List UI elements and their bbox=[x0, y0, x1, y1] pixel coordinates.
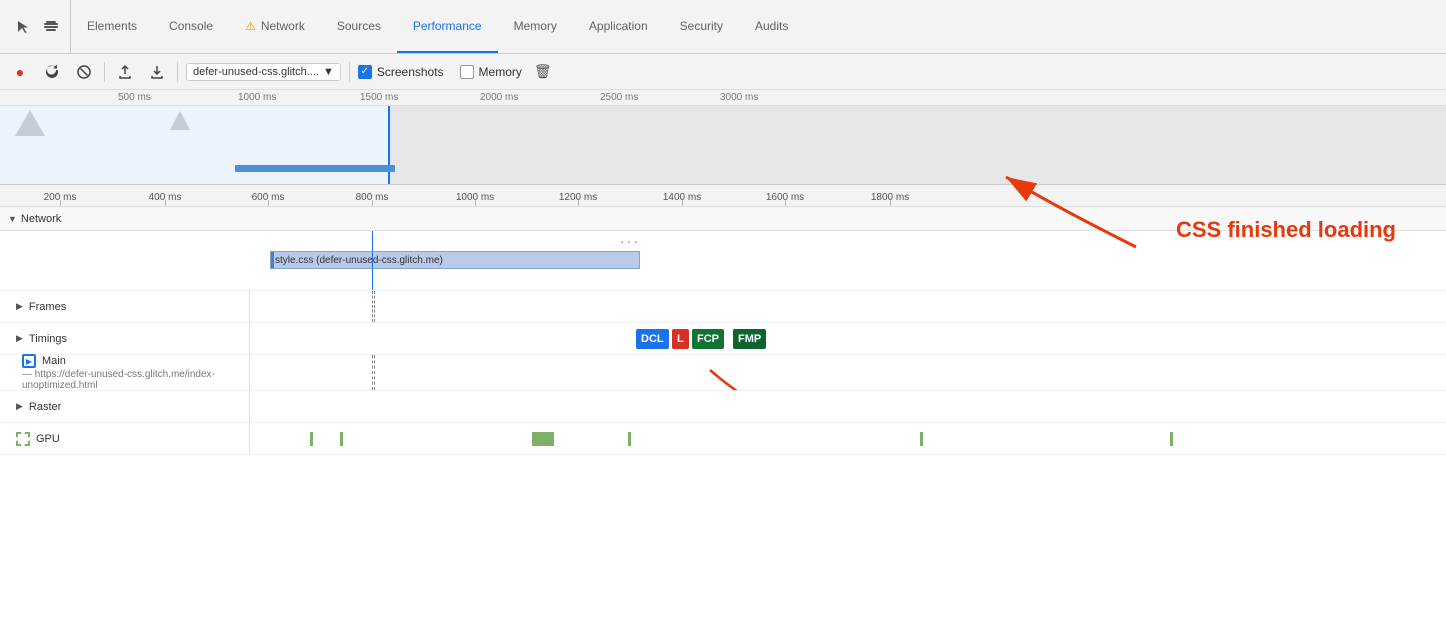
overview-time-2000: 2000 ms bbox=[480, 92, 518, 103]
main-label-inner: ▶ Main bbox=[22, 354, 66, 368]
screenshots-toggle[interactable]: ✓ Screenshots bbox=[358, 65, 444, 79]
record-button[interactable]: ● bbox=[8, 60, 32, 84]
timeline-overview[interactable]: 500 ms 1000 ms 1500 ms 2000 ms 2500 ms 3… bbox=[0, 90, 1446, 185]
overview-time-2500: 2500 ms bbox=[600, 92, 638, 103]
tab-performance[interactable]: Performance bbox=[397, 0, 498, 53]
divider-2 bbox=[177, 62, 178, 82]
stop-button[interactable] bbox=[72, 60, 96, 84]
overview-network-bar bbox=[235, 165, 395, 172]
network-section-wrapper: ▼ Network style.css (defer-unused-css.gl… bbox=[0, 207, 1446, 291]
tick-800 bbox=[372, 200, 373, 206]
tick-400 bbox=[165, 200, 166, 206]
performance-toolbar: ● defer-unused-css.glitch.... ▼ ✓ Screen… bbox=[0, 54, 1446, 90]
frames-content[interactable] bbox=[250, 291, 1446, 322]
overview-time-ruler: 500 ms 1000 ms 1500 ms 2000 ms 2500 ms 3… bbox=[0, 90, 1446, 106]
main-track-row: ▶ Main — https://defer-unused-css.glitch… bbox=[0, 355, 1446, 391]
overview-time-500: 500 ms bbox=[118, 92, 151, 103]
fcp-annotation: FCP bbox=[690, 355, 810, 390]
raster-content[interactable] bbox=[250, 391, 1446, 422]
tab-bar: Elements Console ⚠ Network Sources Perfo… bbox=[0, 0, 1446, 54]
tab-sources[interactable]: Sources bbox=[321, 0, 397, 53]
tab-console[interactable]: Console bbox=[153, 0, 229, 53]
frames-track-row: ▶ Frames bbox=[0, 291, 1446, 323]
overview-time-1500: 1500 ms bbox=[360, 92, 398, 103]
gpu-bar-6 bbox=[1170, 432, 1173, 446]
css-request-bar[interactable]: style.css (defer-unused-css.glitch.me) bbox=[270, 251, 640, 269]
tick-1400 bbox=[682, 200, 683, 206]
raster-expand-icon: ▶ bbox=[16, 401, 23, 412]
tab-elements[interactable]: Elements bbox=[71, 0, 153, 53]
tick-1800 bbox=[890, 200, 891, 206]
chevron-down-icon: ▼ bbox=[323, 66, 334, 78]
l-badge[interactable]: L bbox=[672, 329, 689, 349]
overview-content[interactable] bbox=[0, 106, 1446, 184]
main-dashed-2 bbox=[374, 355, 375, 390]
tab-memory[interactable]: Memory bbox=[498, 0, 573, 53]
reload-record-button[interactable] bbox=[40, 60, 64, 84]
download-button[interactable] bbox=[145, 60, 169, 84]
screenshots-checkbox[interactable]: ✓ bbox=[358, 65, 372, 79]
tab-network[interactable]: ⚠ Network bbox=[229, 0, 321, 53]
timings-track-row: ▶ Timings DCL L FCP FMP bbox=[0, 323, 1446, 355]
tab-security[interactable]: Security bbox=[664, 0, 739, 53]
network-expand-icon: ▼ bbox=[8, 214, 17, 224]
fcp-arrow-svg bbox=[690, 355, 810, 390]
main-content: 500 ms 1000 ms 1500 ms 2000 ms 2500 ms 3… bbox=[0, 90, 1446, 636]
tracks-area: ▶ Frames ▶ Timings DCL bbox=[0, 291, 1446, 636]
gpu-bar-2 bbox=[340, 432, 343, 446]
network-track[interactable]: style.css (defer-unused-css.glitch.me) ·… bbox=[0, 231, 1446, 291]
tick-1600 bbox=[785, 200, 786, 206]
divider-1 bbox=[104, 62, 105, 82]
main-play-icon: ▶ bbox=[22, 354, 36, 368]
warning-icon: ⚠ bbox=[245, 19, 256, 33]
gpu-content[interactable] bbox=[250, 423, 1446, 454]
dcl-badge[interactable]: DCL bbox=[636, 329, 669, 349]
overview-selection-right bbox=[0, 106, 390, 184]
clear-button[interactable]: 🗑 bbox=[530, 61, 556, 82]
detail-panel: 200 ms 400 ms 600 ms 800 ms 1000 ms 1200… bbox=[0, 185, 1446, 636]
timings-content[interactable]: DCL L FCP FMP bbox=[250, 323, 1446, 354]
dashed-line-1 bbox=[372, 291, 373, 322]
more-items-dots: ··· bbox=[620, 233, 640, 249]
fmp-badge[interactable]: FMP bbox=[733, 329, 766, 349]
overview-cursor-line bbox=[388, 106, 390, 184]
upload-button[interactable] bbox=[113, 60, 137, 84]
overview-dimmed bbox=[390, 106, 1446, 184]
layers-tool[interactable] bbox=[40, 16, 62, 38]
gpu-bar-4 bbox=[628, 432, 631, 446]
tick-1200 bbox=[578, 200, 579, 206]
profile-selector[interactable]: defer-unused-css.glitch.... ▼ bbox=[186, 63, 341, 81]
gpu-label[interactable]: GPU bbox=[0, 423, 250, 454]
raster-track-row: ▶ Raster bbox=[0, 391, 1446, 423]
tick-1000 bbox=[475, 200, 476, 206]
main-label[interactable]: ▶ Main — https://defer-unused-css.glitch… bbox=[0, 355, 250, 390]
timings-label[interactable]: ▶ Timings bbox=[0, 323, 250, 354]
cursor-tool[interactable] bbox=[12, 16, 34, 38]
gpu-bar-3 bbox=[532, 432, 554, 446]
gpu-bar-5 bbox=[920, 432, 923, 446]
divider-3 bbox=[349, 62, 350, 82]
timings-expand-icon: ▶ bbox=[16, 333, 23, 344]
tick-600 bbox=[268, 200, 269, 206]
main-dashed-1 bbox=[372, 355, 373, 390]
dashed-line-2 bbox=[374, 291, 375, 322]
gpu-bar-1 bbox=[310, 432, 313, 446]
frames-expand-icon: ▶ bbox=[16, 301, 23, 312]
devtools-icons bbox=[4, 0, 71, 53]
gpu-track-row: GPU bbox=[0, 423, 1446, 455]
tab-application[interactable]: Application bbox=[573, 0, 664, 53]
tick-200 bbox=[60, 200, 61, 206]
memory-checkbox[interactable] bbox=[460, 65, 474, 79]
detail-time-ruler: 200 ms 400 ms 600 ms 800 ms 1000 ms 1200… bbox=[0, 185, 1446, 207]
network-section-header[interactable]: ▼ Network bbox=[0, 207, 1446, 231]
main-content-track[interactable]: FCP bbox=[250, 355, 1446, 390]
raster-label[interactable]: ▶ Raster bbox=[0, 391, 250, 422]
gpu-dashed-icon bbox=[16, 432, 30, 446]
overview-time-1000: 1000 ms bbox=[238, 92, 276, 103]
frames-label[interactable]: ▶ Frames bbox=[0, 291, 250, 322]
memory-toggle[interactable]: Memory bbox=[460, 65, 522, 79]
fcp-badge[interactable]: FCP bbox=[692, 329, 724, 349]
tab-audits[interactable]: Audits bbox=[739, 0, 804, 53]
overview-time-3000: 3000 ms bbox=[720, 92, 758, 103]
